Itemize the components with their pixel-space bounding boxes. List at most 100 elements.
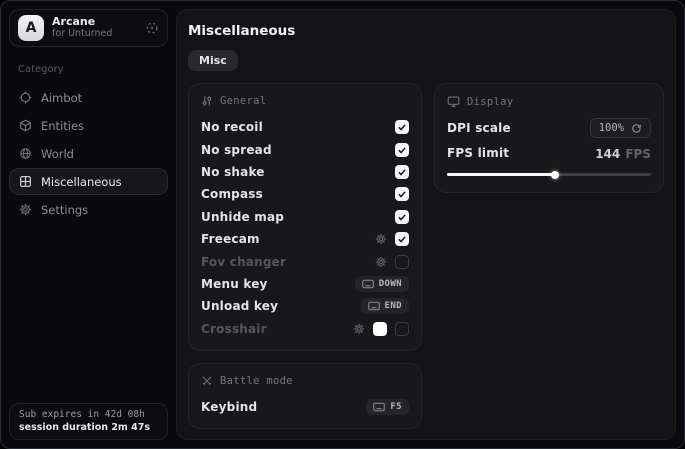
setting-label: Fov changer bbox=[201, 255, 286, 269]
sidebar-item-entities[interactable]: Entities bbox=[9, 112, 168, 139]
setting-row-keybind: Keybind F5 bbox=[201, 396, 409, 418]
app-tagline: for Unturned bbox=[52, 29, 112, 40]
setting-label: Crosshair bbox=[201, 322, 267, 336]
general-panel-title: General bbox=[220, 95, 266, 107]
cube-icon bbox=[19, 119, 32, 132]
subscription-card: Sub expires in 42d 08h session duration … bbox=[9, 403, 168, 440]
keybind-button-unload[interactable]: END bbox=[361, 298, 409, 314]
checkbox-no-spread[interactable] bbox=[395, 143, 409, 157]
dpi-scale-value: 100% bbox=[599, 122, 624, 134]
setting-row-compass: Compass bbox=[201, 183, 409, 205]
setting-label: No recoil bbox=[201, 120, 263, 134]
content-columns: General No recoil No spread bbox=[188, 83, 664, 429]
app-name: Arcane bbox=[52, 16, 112, 29]
setting-row-unload-key: Unload key END bbox=[201, 295, 409, 317]
sidebar-item-label: Miscellaneous bbox=[41, 175, 122, 189]
brand-card: A Arcane for Unturned bbox=[9, 9, 168, 47]
keybind-button-battle[interactable]: F5 bbox=[366, 399, 409, 415]
category-label: Category bbox=[18, 64, 168, 75]
sidebar-item-world[interactable]: World bbox=[9, 140, 168, 167]
keybind-value: F5 bbox=[390, 402, 402, 412]
general-panel: General No recoil No spread bbox=[188, 83, 422, 351]
battle-mode-panel: Battle mode Keybind F5 bbox=[188, 363, 422, 429]
config-gear-icon[interactable] bbox=[353, 323, 365, 335]
sidebar-item-aimbot[interactable]: Aimbot bbox=[9, 84, 168, 111]
config-gear-icon[interactable] bbox=[375, 233, 387, 245]
grid-icon bbox=[19, 175, 32, 188]
setting-row-freecam: Freecam bbox=[201, 228, 409, 250]
setting-label: FPS limit bbox=[447, 146, 509, 160]
crosshair-icon bbox=[19, 91, 32, 104]
app-window: A Arcane for Unturned Category Aimbot bbox=[0, 0, 685, 449]
display-panel-title: Display bbox=[467, 96, 513, 108]
keyboard-icon bbox=[368, 301, 380, 311]
setting-label: Freecam bbox=[201, 232, 260, 246]
sliders-icon bbox=[201, 95, 213, 107]
setting-label: No shake bbox=[201, 165, 265, 179]
monitor-icon bbox=[447, 95, 460, 108]
setting-row-unhide-map: Unhide map bbox=[201, 206, 409, 228]
sidebar-item-miscellaneous[interactable]: Miscellaneous bbox=[9, 168, 168, 195]
setting-row-no-spread: No spread bbox=[201, 138, 409, 160]
sidebar-item-label: Aimbot bbox=[41, 91, 82, 105]
checkbox-no-recoil[interactable] bbox=[395, 120, 409, 134]
setting-label: Unload key bbox=[201, 299, 278, 313]
gear-icon bbox=[19, 203, 32, 216]
dpi-scale-control[interactable]: 100% bbox=[590, 118, 651, 138]
globe-icon bbox=[19, 147, 32, 160]
checkbox-freecam[interactable] bbox=[395, 232, 409, 246]
keybind-value: DOWN bbox=[379, 279, 402, 289]
setting-row-crosshair: Crosshair bbox=[201, 318, 409, 340]
app-logo: A bbox=[18, 15, 44, 41]
sidebar-item-settings[interactable]: Settings bbox=[9, 196, 168, 223]
sync-icon[interactable] bbox=[145, 21, 159, 35]
checkbox-compass[interactable] bbox=[395, 187, 409, 201]
battle-panel-title: Battle mode bbox=[220, 375, 293, 387]
setting-row-menu-key: Menu key DOWN bbox=[201, 273, 409, 295]
display-panel-header: Display bbox=[447, 95, 651, 108]
sub-expiry-text: Sub expires in 42d 08h bbox=[19, 409, 158, 420]
fps-limit-slider[interactable] bbox=[447, 168, 651, 182]
fps-limit-value: 144 bbox=[595, 147, 620, 161]
setting-row-dpi-scale: DPI scale 100% bbox=[447, 117, 651, 139]
left-column: General No recoil No spread bbox=[188, 83, 422, 429]
slider-fill bbox=[447, 173, 555, 176]
setting-label: Unhide map bbox=[201, 210, 284, 224]
checkbox-no-shake[interactable] bbox=[395, 165, 409, 179]
sidebar-item-label: Settings bbox=[41, 203, 88, 217]
rotate-icon[interactable] bbox=[631, 123, 642, 134]
sidebar: A Arcane for Unturned Category Aimbot bbox=[1, 1, 176, 448]
config-gear-icon[interactable] bbox=[375, 256, 387, 268]
page-title: Miscellaneous bbox=[188, 23, 664, 39]
session-duration-text: session duration 2m 47s bbox=[19, 422, 158, 433]
brand-text: Arcane for Unturned bbox=[52, 16, 112, 40]
setting-label: DPI scale bbox=[447, 121, 511, 135]
setting-row-no-shake: No shake bbox=[201, 161, 409, 183]
keybind-value: END bbox=[385, 301, 402, 311]
keybind-button-menu[interactable]: DOWN bbox=[355, 276, 409, 292]
setting-label: Compass bbox=[201, 187, 263, 201]
right-column: Display DPI scale 100% bbox=[434, 83, 664, 193]
setting-label: No spread bbox=[201, 143, 272, 157]
checkbox-fov-changer[interactable] bbox=[395, 255, 409, 269]
setting-label: Keybind bbox=[201, 400, 257, 414]
swords-icon bbox=[201, 375, 213, 387]
main-content: Miscellaneous Misc General bbox=[176, 9, 676, 440]
checkbox-unhide-map[interactable] bbox=[395, 210, 409, 224]
sidebar-item-label: Entities bbox=[41, 119, 84, 133]
color-swatch[interactable] bbox=[373, 322, 387, 336]
display-panel: Display DPI scale 100% bbox=[434, 83, 664, 193]
keyboard-icon bbox=[373, 402, 385, 412]
setting-row-fps-limit: FPS limit 144 FPS bbox=[447, 141, 651, 163]
keyboard-icon bbox=[362, 279, 374, 289]
fps-limit-unit: FPS bbox=[625, 147, 651, 161]
tab-misc[interactable]: Misc bbox=[188, 50, 238, 71]
setting-row-no-recoil: No recoil bbox=[201, 116, 409, 138]
slider-thumb[interactable] bbox=[551, 171, 559, 179]
setting-label: Menu key bbox=[201, 277, 268, 291]
battle-panel-header: Battle mode bbox=[201, 375, 409, 387]
sidebar-item-label: World bbox=[41, 147, 74, 161]
setting-row-fov-changer: Fov changer bbox=[201, 250, 409, 272]
general-panel-header: General bbox=[201, 95, 409, 107]
checkbox-crosshair[interactable] bbox=[395, 322, 409, 336]
